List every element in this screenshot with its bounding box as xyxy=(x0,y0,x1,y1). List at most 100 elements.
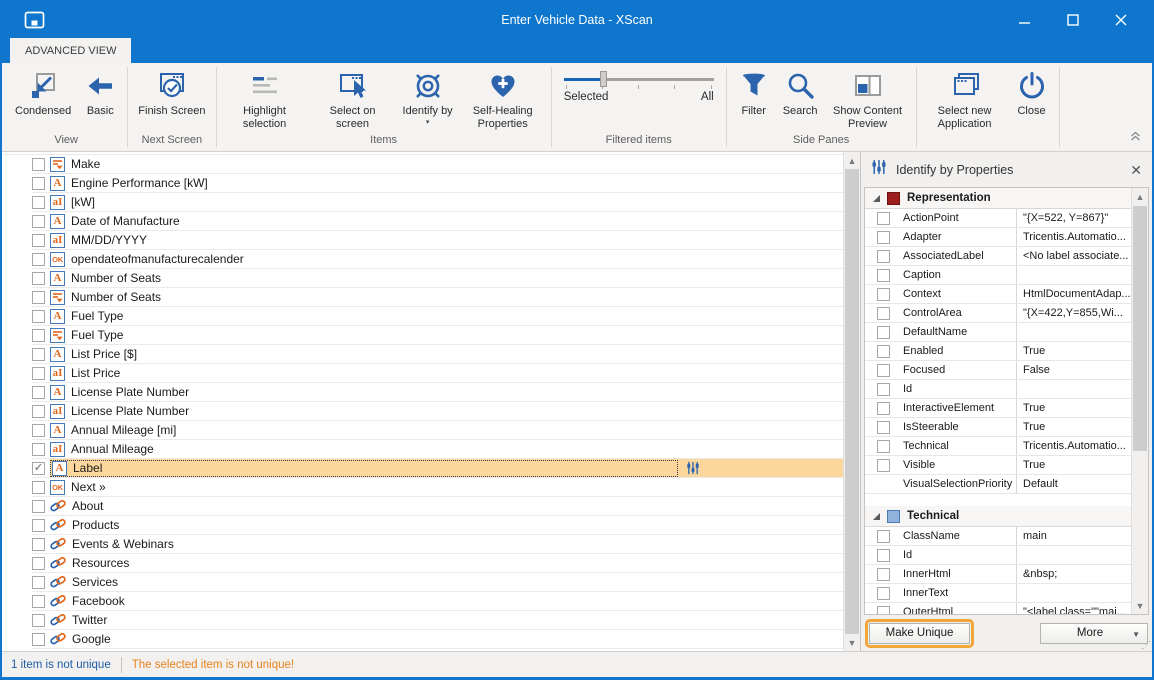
list-scrollbar[interactable]: ▲ ▼ xyxy=(843,152,860,651)
grid-scroll-thumb[interactable] xyxy=(1133,206,1147,451)
more-button[interactable]: More ▼ xyxy=(1040,623,1148,644)
property-row[interactable]: Id xyxy=(865,546,1131,565)
collapse-ribbon-button[interactable] xyxy=(1129,130,1142,145)
property-row[interactable]: InnerHtml&nbsp; xyxy=(865,565,1131,584)
item-checkbox[interactable] xyxy=(32,424,45,437)
property-checkbox[interactable] xyxy=(877,459,890,472)
list-item[interactable]: aI[kW] xyxy=(32,193,843,212)
self-healing-properties-button[interactable]: Self-Healing Properties xyxy=(459,68,547,130)
slider-thumb[interactable] xyxy=(600,71,607,87)
make-unique-button[interactable]: Make Unique xyxy=(869,623,970,644)
list-item[interactable]: About xyxy=(32,497,843,516)
property-checkbox[interactable] xyxy=(877,288,890,301)
list-item[interactable]: ✓ALabel xyxy=(32,459,843,478)
grid-scrollbar[interactable]: ▲ ▼ xyxy=(1131,188,1148,614)
grid-scroll-down-arrow[interactable]: ▼ xyxy=(1132,597,1148,614)
property-row[interactable]: AssociatedLabel<No label associate... xyxy=(865,247,1131,266)
property-row[interactable]: ContextHtmlDocumentAdap... xyxy=(865,285,1131,304)
list-item[interactable]: Products xyxy=(32,516,843,535)
property-row[interactable]: EnabledTrue xyxy=(865,342,1131,361)
property-checkbox[interactable] xyxy=(877,231,890,244)
property-row[interactable]: Caption xyxy=(865,266,1131,285)
item-checkbox[interactable] xyxy=(32,272,45,285)
list-item[interactable]: OKopendateofmanufacturecalender xyxy=(32,250,843,269)
item-properties-icon[interactable] xyxy=(686,461,700,475)
finish-screen-button[interactable]: Finish Screen xyxy=(132,68,211,118)
item-checkbox[interactable] xyxy=(32,633,45,646)
property-checkbox[interactable] xyxy=(877,606,890,615)
property-checkbox[interactable] xyxy=(877,345,890,358)
list-item[interactable]: OKNext » xyxy=(32,478,843,497)
section-header-technical[interactable]: Technical xyxy=(865,506,1131,527)
property-row[interactable]: IsSteerableTrue xyxy=(865,418,1131,437)
list-item[interactable]: Make xyxy=(32,155,843,174)
property-checkbox[interactable] xyxy=(877,326,890,339)
property-row[interactable]: AdapterTricentis.Automatio... xyxy=(865,228,1131,247)
property-checkbox[interactable] xyxy=(877,402,890,415)
property-row[interactable]: DefaultName xyxy=(865,323,1131,342)
list-item[interactable]: AEngine Performance [kW] xyxy=(32,174,843,193)
property-row[interactable]: VisualSelectionPriorityDefault xyxy=(865,475,1131,494)
item-checkbox[interactable] xyxy=(32,253,45,266)
property-checkbox[interactable] xyxy=(877,383,890,396)
list-item[interactable]: aILicense Plate Number xyxy=(32,402,843,421)
property-row[interactable]: VisibleTrue xyxy=(865,456,1131,475)
list-item[interactable]: Number of Seats xyxy=(32,288,843,307)
list-item[interactable]: aIAnnual Mileage xyxy=(32,440,843,459)
list-item[interactable]: aIList Price xyxy=(32,364,843,383)
close-button[interactable]: Close xyxy=(1009,68,1055,118)
property-row[interactable]: InteractiveElementTrue xyxy=(865,399,1131,418)
maximize-button[interactable] xyxy=(1056,7,1090,33)
property-row[interactable]: TechnicalTricentis.Automatio... xyxy=(865,437,1131,456)
property-checkbox[interactable] xyxy=(877,250,890,263)
property-checkbox[interactable] xyxy=(877,421,890,434)
item-checkbox[interactable] xyxy=(32,291,45,304)
scroll-down-arrow[interactable]: ▼ xyxy=(844,634,860,651)
tab-advanced-view[interactable]: ADVANCED VIEW xyxy=(10,38,131,63)
close-window-button[interactable] xyxy=(1104,7,1138,33)
property-checkbox[interactable] xyxy=(877,530,890,543)
item-checkbox[interactable] xyxy=(32,310,45,323)
list-item[interactable]: Fuel Type xyxy=(32,326,843,345)
property-checkbox[interactable] xyxy=(877,212,890,225)
list-item[interactable]: AList Price [$] xyxy=(32,345,843,364)
property-checkbox[interactable] xyxy=(877,549,890,562)
item-checkbox[interactable] xyxy=(32,519,45,532)
item-checkbox[interactable] xyxy=(32,576,45,589)
item-checkbox[interactable] xyxy=(32,614,45,627)
item-checkbox[interactable] xyxy=(32,386,45,399)
item-checkbox[interactable] xyxy=(32,538,45,551)
property-checkbox[interactable] xyxy=(877,307,890,320)
property-checkbox[interactable] xyxy=(877,440,890,453)
list-item[interactable]: Google xyxy=(32,630,843,649)
section-expander-icon[interactable] xyxy=(873,195,880,202)
list-item[interactable]: AAnnual Mileage [mi] xyxy=(32,421,843,440)
item-checkbox[interactable]: ✓ xyxy=(32,462,45,475)
section-header-representation[interactable]: Representation xyxy=(865,188,1131,209)
select-on-screen-button[interactable]: Select on screen xyxy=(309,68,397,130)
highlight-selection-button[interactable]: Highlight selection xyxy=(221,68,309,130)
search-button[interactable]: Search xyxy=(777,68,824,118)
list-item[interactable]: Resources xyxy=(32,554,843,573)
item-checkbox[interactable] xyxy=(32,348,45,361)
item-checkbox[interactable] xyxy=(32,367,45,380)
panel-close-button[interactable]: ✕ xyxy=(1130,163,1142,177)
filter-button[interactable]: Filter xyxy=(731,68,777,118)
property-checkbox[interactable] xyxy=(877,587,890,600)
section-expander-icon[interactable] xyxy=(873,513,880,520)
list-item[interactable]: ALicense Plate Number xyxy=(32,383,843,402)
item-checkbox[interactable] xyxy=(32,215,45,228)
list-item[interactable]: aIMM/DD/YYYY xyxy=(32,231,843,250)
list-item[interactable]: Events & Webinars xyxy=(32,535,843,554)
scroll-up-arrow[interactable]: ▲ xyxy=(844,152,860,169)
list-item[interactable]: Facebook xyxy=(32,592,843,611)
grid-scroll-up-arrow[interactable]: ▲ xyxy=(1132,188,1148,205)
list-item[interactable]: AFuel Type xyxy=(32,307,843,326)
identify-by-button[interactable]: Identify by ▾ xyxy=(397,68,459,126)
resize-grip[interactable]: ⋰ xyxy=(1141,640,1151,651)
list-item[interactable]: ANumber of Seats xyxy=(32,269,843,288)
property-checkbox[interactable] xyxy=(877,269,890,282)
item-checkbox[interactable] xyxy=(32,500,45,513)
item-checkbox[interactable] xyxy=(32,196,45,209)
property-row[interactable]: InnerText xyxy=(865,584,1131,603)
